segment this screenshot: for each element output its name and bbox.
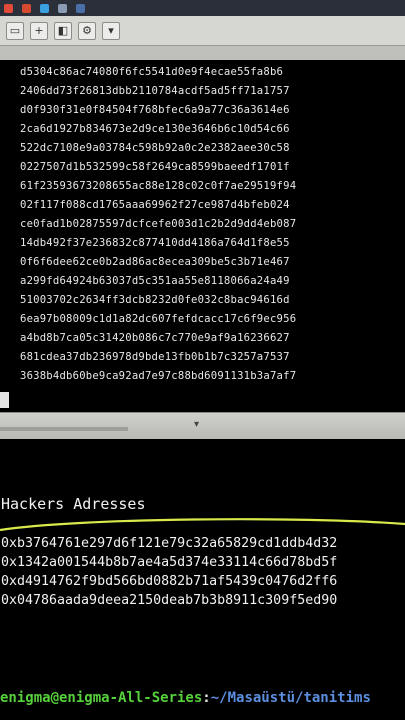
prompt-separator: : (202, 690, 211, 706)
hackers-heading: Hackers Adresses (1, 495, 146, 513)
hex-line: 61f23593673208655ac88e128c02c0f7ae29519f… (20, 180, 297, 192)
hex-line: 02f117f088cd1765aaa69962f27ce987d4bfeb02… (20, 199, 290, 211)
new-tab-icon[interactable]: + (30, 21, 48, 40)
hex-output-pane: d5304c86ac74080f6fc5541d0e9f4ecae55fa8b6… (0, 60, 405, 412)
address-line-4: 0x04786aada9deea2150deab7b3b8911c309f5ed… (1, 593, 338, 608)
shell-prompt[interactable]: enigma@enigma-All-Series:~/Masaüstü/tani… (0, 690, 371, 706)
hex-line: d0f930f31e0f84504f768bfec6a9a77c36a3614e… (20, 104, 290, 116)
hex-line: 3638b4db60be9ca92ad7e97c88bd6091131b3a7a… (20, 370, 297, 382)
address-line-3: 0xd4914762f9bd566bd0882b71af5439c0476d2f… (1, 574, 338, 589)
hex-line: 681cdea37db236978d9bde13fb0b1b7c3257a753… (20, 351, 290, 363)
hex-line: ce0fad1b02875597dcfcefe003d1c2b2d9dd4eb0… (20, 218, 297, 230)
hex-line: 51003702c2634ff3dcb8232d0fe032c8bac94616… (20, 294, 290, 306)
taskbar-app-2[interactable] (22, 3, 34, 13)
pane-divider[interactable]: ▾ (0, 412, 405, 439)
address-line-1: 0xb3764761e297d6f121e79c32a65829cd1ddb4d… (1, 536, 338, 551)
hex-line: 2406dd73f26813dbb2110784acdf5ad5ff71a175… (20, 85, 290, 97)
divider-handle[interactable] (0, 427, 128, 431)
folder-icon (58, 3, 67, 13)
terminal-cursor (0, 392, 9, 408)
hex-line: 522dc7108e9a03784c598b92a0c2e2382aee30c5… (20, 142, 290, 154)
browser-icon (22, 3, 31, 13)
taskbar-app-4[interactable] (58, 3, 70, 13)
terminal-icon (76, 3, 85, 13)
hex-line: 6ea97b08009c1d1a82dc607fefdcacc17c6f9ec9… (20, 313, 297, 325)
hex-line: 2ca6d1927b834673e2d9ce130e3646b6c10d54c6… (20, 123, 290, 135)
app-icon (4, 3, 13, 13)
taskbar-app-3[interactable] (40, 3, 52, 13)
hex-line: a299fd64924b63037d5c351aa55e8118066a24a4… (20, 275, 290, 287)
taskbar-app-1[interactable] (4, 3, 16, 13)
os-taskbar (0, 0, 405, 16)
taskbar-app-5[interactable] (76, 3, 88, 13)
terminal-toolbar: ▭ + ◧ ⚙ ▾ (0, 16, 405, 46)
media-icon (40, 3, 49, 13)
address-line-2: 0x1342a001544b8b7ae4a5d374e33114c66d78bd… (1, 555, 338, 570)
chevron-down-icon[interactable]: ▾ (194, 419, 199, 430)
hex-line: a4bd8b7ca05c31420b086c7c770e9af9a1623662… (20, 332, 290, 344)
prompt-user-host: enigma@enigma-All-Series (0, 690, 203, 706)
preferences-icon[interactable]: ⚙ (78, 21, 96, 40)
terminal-menu-icon[interactable]: ▭ (6, 21, 24, 40)
hex-line: 0f6f6dee62ce0b2ad86ac8ecea309be5c3b71e46… (20, 256, 290, 268)
dropdown-icon[interactable]: ▾ (102, 21, 120, 40)
terminal-tab-strip[interactable] (0, 46, 405, 60)
split-icon[interactable]: ◧ (54, 21, 72, 40)
hex-line: 0227507d1b532599c58f2649ca8599baeedf1701… (20, 161, 290, 173)
hex-line: d5304c86ac74080f6fc5541d0e9f4ecae55fa8b6 (20, 66, 284, 78)
prompt-path: ~/Masaüstü/tanitims (210, 690, 371, 706)
hex-line: 14db492f37e236832c877410dd4186a764d1f8e5… (20, 237, 290, 249)
